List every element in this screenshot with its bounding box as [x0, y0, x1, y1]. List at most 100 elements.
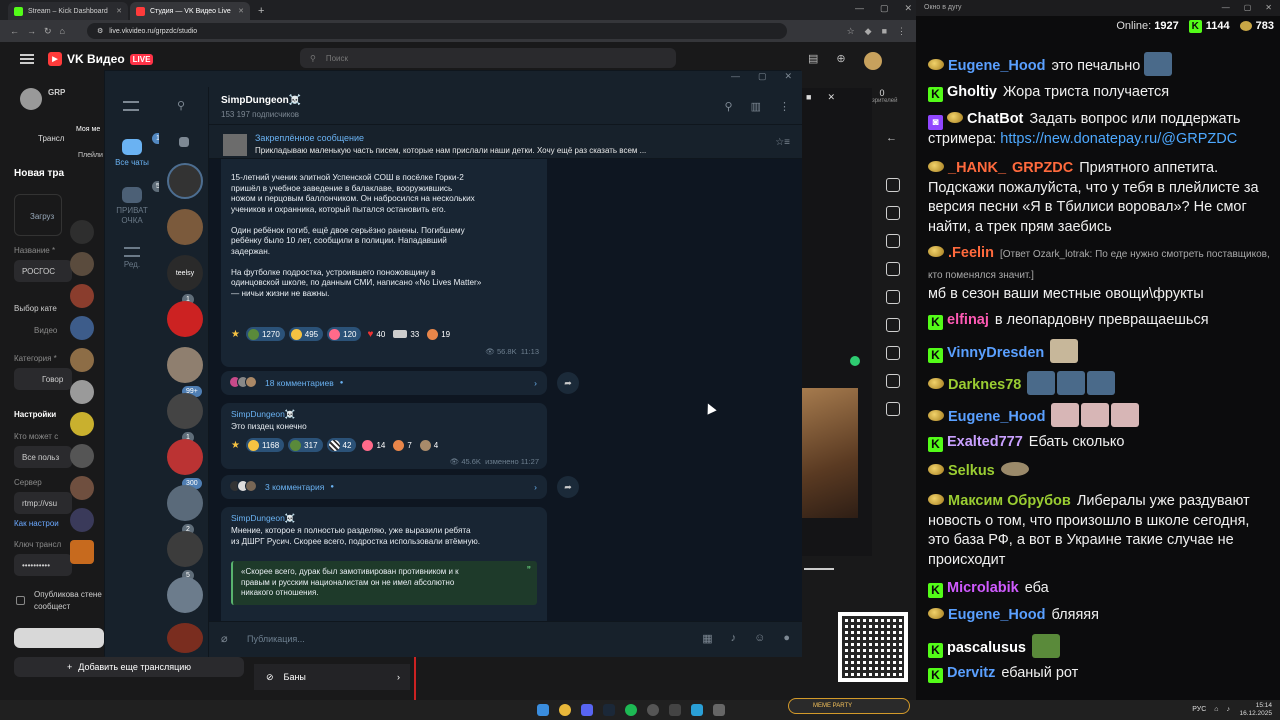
- chat-username[interactable]: _HANK_: [948, 160, 1006, 176]
- thumbnail[interactable]: [70, 444, 94, 468]
- chat-username[interactable]: elfinaj: [947, 312, 989, 328]
- more-icon[interactable]: ⋮: [779, 100, 790, 113]
- spotify-icon[interactable]: [625, 704, 637, 716]
- bans-row[interactable]: ⊘ Баны ›: [254, 664, 410, 690]
- star-reaction[interactable]: ★: [229, 438, 242, 452]
- composer-input[interactable]: Публикация...: [247, 634, 305, 644]
- chrome-icon[interactable]: [559, 704, 571, 716]
- close-icon[interactable]: ✕: [238, 7, 244, 15]
- maximize-icon[interactable]: ■: [806, 92, 811, 103]
- app-icon[interactable]: [669, 704, 681, 716]
- comments-button[interactable]: 3 комментария ● ›: [221, 475, 547, 499]
- close-icon[interactable]: ✕: [827, 92, 835, 103]
- chat-username[interactable]: Microlabik: [947, 580, 1019, 596]
- menu-icon[interactable]: [20, 54, 34, 64]
- clips-icon[interactable]: [886, 402, 900, 416]
- chat-username[interactable]: ChatBot: [967, 111, 1023, 127]
- reaction[interactable]: 1168: [245, 438, 285, 452]
- chat-avatar[interactable]: [167, 623, 203, 653]
- reaction[interactable]: 7: [391, 438, 413, 452]
- thumbnail[interactable]: [70, 252, 94, 276]
- minimize-icon[interactable]: —: [731, 71, 740, 87]
- tab-translation[interactable]: Трансл: [38, 134, 64, 143]
- extension-icon[interactable]: ■: [882, 26, 887, 37]
- maximize-icon[interactable]: ▢: [880, 3, 889, 14]
- chat-username[interactable]: Eugene_Hood: [948, 409, 1045, 425]
- gem-icon[interactable]: [886, 234, 900, 248]
- chart-icon[interactable]: [886, 318, 900, 332]
- menu-icon[interactable]: [123, 101, 139, 111]
- trophy-icon[interactable]: [886, 346, 900, 360]
- keyboard-language[interactable]: РУС: [1192, 706, 1206, 713]
- reaction[interactable]: ♥ 40: [365, 327, 387, 341]
- add-icon[interactable]: ⊕: [836, 52, 845, 70]
- reaction[interactable]: 33: [391, 327, 421, 341]
- pinned-message[interactable]: Закреплённое сообщение Прикладываю мален…: [209, 125, 802, 159]
- stats-icon[interactable]: ▤: [808, 52, 818, 70]
- reaction[interactable]: 19: [425, 327, 452, 341]
- star-reaction[interactable]: ★: [229, 327, 242, 341]
- close-icon[interactable]: ✕: [784, 71, 792, 87]
- thumbnail[interactable]: [70, 220, 94, 244]
- settings-icon[interactable]: [886, 178, 900, 192]
- reaction[interactable]: 495: [288, 327, 324, 341]
- channel-header[interactable]: SimpDungeon☠️ 153 197 подписчиков ⚲ ▥ ⋮: [209, 87, 802, 125]
- tab-vk-studio[interactable]: Студия — VK Видео Live ✕: [130, 2, 250, 20]
- dice-icon[interactable]: [886, 262, 900, 276]
- discord-icon[interactable]: [581, 704, 593, 716]
- playlists-tab[interactable]: Плейли: [78, 152, 103, 159]
- chat-username[interactable]: Exalted777: [947, 434, 1023, 450]
- chat-avatar[interactable]: [167, 163, 203, 199]
- vk-logo[interactable]: ▶ VK Видео LIVE: [48, 52, 154, 66]
- add-stream-button[interactable]: + Добавить еще трансляцию: [14, 657, 244, 677]
- chat-username[interactable]: VinnyDresden: [947, 345, 1044, 361]
- start-icon[interactable]: [537, 704, 549, 716]
- thumbnail[interactable]: [70, 316, 94, 340]
- how-setup-link[interactable]: Как настрои: [14, 519, 59, 528]
- menu-icon[interactable]: ⋮: [897, 26, 906, 37]
- reaction[interactable]: 317: [288, 438, 323, 452]
- telegram-icon[interactable]: [691, 704, 703, 716]
- reaction[interactable]: 42: [326, 438, 357, 452]
- share-button[interactable]: ➦: [557, 476, 579, 498]
- reaction[interactable]: 4: [418, 438, 440, 452]
- chat-username[interactable]: Gholtiy: [947, 84, 997, 100]
- donate-link[interactable]: https://new.donatepay.ru/@GRPZDC: [1000, 131, 1237, 147]
- back-icon[interactable]: ←: [10, 26, 19, 36]
- chat-icon[interactable]: [886, 374, 900, 388]
- maximize-icon[interactable]: ▢: [758, 71, 767, 87]
- chat-avatar[interactable]: [167, 485, 203, 521]
- thumbnail[interactable]: [70, 476, 94, 500]
- minimize-icon[interactable]: —: [855, 3, 864, 14]
- folder-edit[interactable]: Ред.: [105, 247, 159, 270]
- bell-icon[interactable]: ♪: [731, 632, 737, 645]
- share-button[interactable]: ➦: [557, 372, 579, 394]
- chat-avatar[interactable]: [167, 577, 203, 613]
- chat-username[interactable]: .Feelin: [948, 245, 994, 261]
- sidebar-icon[interactable]: ▥: [751, 100, 761, 113]
- tab-kick-dashboard[interactable]: Stream – Kick Dashboard ✕: [8, 2, 128, 20]
- attach-icon[interactable]: ⌀: [221, 632, 228, 645]
- folder-private[interactable]: 5 ПРИВАТ ОЧКА: [105, 181, 164, 226]
- vk-search-input[interactable]: ⚲ Поиск: [300, 48, 676, 68]
- chat-username[interactable]: Dervitz: [947, 665, 995, 681]
- reaction[interactable]: 14: [360, 438, 387, 452]
- progress-track[interactable]: [804, 568, 834, 570]
- extension-icon[interactable]: ◆: [865, 26, 872, 37]
- close-icon[interactable]: ✕: [116, 7, 122, 15]
- url-field[interactable]: ⚙ live.vkvideo.ru/grpzdc/studio: [86, 23, 787, 39]
- folder-all-chats[interactable]: 18 Все чаты: [105, 133, 168, 168]
- list-icon[interactable]: [886, 290, 900, 304]
- chat-avatar[interactable]: [167, 531, 203, 567]
- comments-button[interactable]: 18 комментариев ● ›: [221, 371, 547, 395]
- thumbnail[interactable]: [70, 380, 94, 404]
- thumbnail[interactable]: [70, 540, 94, 564]
- archive-icon[interactable]: [179, 137, 189, 147]
- chat-username[interactable]: Darknes78: [948, 377, 1021, 393]
- pinned-list-icon[interactable]: ☆≡: [775, 137, 790, 148]
- thumbnail[interactable]: [70, 348, 94, 372]
- chat-avatar[interactable]: [167, 393, 203, 429]
- thumbnail[interactable]: [70, 412, 94, 436]
- steam-icon[interactable]: [603, 704, 615, 716]
- avatar[interactable]: [863, 52, 882, 70]
